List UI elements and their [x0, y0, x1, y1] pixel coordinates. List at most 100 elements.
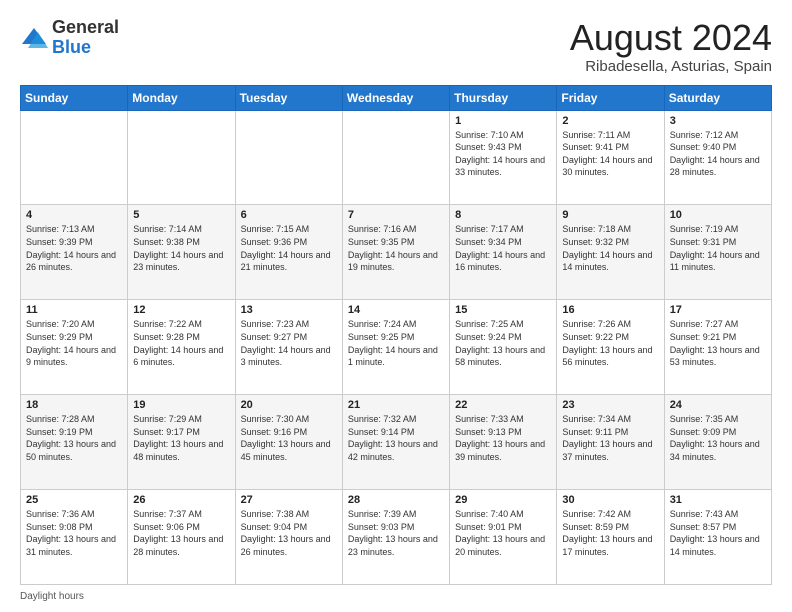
calendar-cell: 3 Sunrise: 7:12 AM Sunset: 9:40 PM Daylig… [664, 110, 771, 205]
day-number: 8 [455, 209, 551, 221]
col-header-saturday: Saturday [664, 85, 771, 110]
day-number: 1 [455, 115, 551, 127]
col-header-wednesday: Wednesday [342, 85, 449, 110]
day-number: 31 [670, 494, 766, 506]
calendar-cell [342, 110, 449, 205]
col-header-monday: Monday [128, 85, 235, 110]
calendar-cell: 11 Sunrise: 7:20 AM Sunset: 9:29 PM Dayli… [21, 300, 128, 395]
day-number: 5 [133, 209, 229, 221]
month-year: August 2024 [570, 18, 772, 58]
col-header-tuesday: Tuesday [235, 85, 342, 110]
calendar-cell: 16 Sunrise: 7:26 AM Sunset: 9:22 PM Dayli… [557, 300, 664, 395]
calendar-cell: 22 Sunrise: 7:33 AM Sunset: 9:13 PM Dayli… [450, 395, 557, 490]
calendar-cell: 21Sunrise: 7:32 AM Sunset: 9:14 PM Dayli… [342, 395, 449, 490]
day-info: Sunrise: 7:28 AM Sunset: 9:19 PM Dayligh… [26, 413, 122, 463]
col-header-thursday: Thursday [450, 85, 557, 110]
day-number: 28 [348, 494, 444, 506]
day-info: Sunrise: 7:22 AM Sunset: 9:28 PM Dayligh… [133, 318, 229, 368]
calendar-cell: 29 Sunrise: 7:40 AM Sunset: 9:01 PM Dayli… [450, 490, 557, 585]
day-info: Sunrise: 7:33 AM Sunset: 9:13 PM Dayligh… [455, 413, 551, 463]
day-info: Sunrise: 7:12 AM Sunset: 9:40 PM Dayligh… [670, 129, 766, 179]
day-info: Sunrise: 7:23 AM Sunset: 9:27 PM Dayligh… [241, 318, 337, 368]
calendar-cell: 8 Sunrise: 7:17 AM Sunset: 9:34 PM Daylig… [450, 205, 557, 300]
calendar-cell: 25 Sunrise: 7:36 AM Sunset: 9:08 PM Dayli… [21, 490, 128, 585]
col-header-sunday: Sunday [21, 85, 128, 110]
day-number: 16 [562, 304, 658, 316]
daylight-label: Daylight hours [20, 591, 84, 602]
day-info: Sunrise: 7:18 AM Sunset: 9:32 PM Dayligh… [562, 223, 658, 273]
day-number: 11 [26, 304, 122, 316]
calendar-cell: 7 Sunrise: 7:16 AM Sunset: 9:35 PM Daylig… [342, 205, 449, 300]
day-info: Sunrise: 7:17 AM Sunset: 9:34 PM Dayligh… [455, 223, 551, 273]
day-number: 29 [455, 494, 551, 506]
day-number: 17 [670, 304, 766, 316]
calendar-cell: 31 Sunrise: 7:43 AM Sunset: 8:57 PM Dayli… [664, 490, 771, 585]
calendar-cell: 23Sunrise: 7:34 AM Sunset: 9:11 PM Dayli… [557, 395, 664, 490]
day-info: Sunrise: 7:35 AM Sunset: 9:09 PM Dayligh… [670, 413, 766, 463]
logo-blue-text: Blue [52, 37, 91, 57]
day-number: 19 [133, 399, 229, 411]
calendar-cell: 1 Sunrise: 7:10 AM Sunset: 9:43 PM Daylig… [450, 110, 557, 205]
calendar-cell: 15 Sunrise: 7:25 AM Sunset: 9:24 PM Dayli… [450, 300, 557, 395]
day-info: Sunrise: 7:16 AM Sunset: 9:35 PM Dayligh… [348, 223, 444, 273]
day-number: 10 [670, 209, 766, 221]
calendar-cell: 30Sunrise: 7:42 AM Sunset: 8:59 PM Dayli… [557, 490, 664, 585]
day-info: Sunrise: 7:34 AM Sunset: 9:11 PM Dayligh… [562, 413, 658, 463]
day-number: 14 [348, 304, 444, 316]
day-number: 7 [348, 209, 444, 221]
header: General Blue August 2024 Ribadesella, As… [20, 18, 772, 75]
calendar-cell: 5 Sunrise: 7:14 AM Sunset: 9:38 PM Daylig… [128, 205, 235, 300]
day-info: Sunrise: 7:19 AM Sunset: 9:31 PM Dayligh… [670, 223, 766, 273]
day-number: 25 [26, 494, 122, 506]
day-info: Sunrise: 7:36 AM Sunset: 9:08 PM Dayligh… [26, 508, 122, 558]
calendar-header-row: SundayMondayTuesdayWednesdayThursdayFrid… [21, 85, 772, 110]
day-info: Sunrise: 7:24 AM Sunset: 9:25 PM Dayligh… [348, 318, 444, 368]
page: General Blue August 2024 Ribadesella, As… [0, 0, 792, 612]
footer: Daylight hours [20, 591, 772, 602]
calendar-week-row: 18 Sunrise: 7:28 AM Sunset: 9:19 PM Dayli… [21, 395, 772, 490]
calendar-cell: 4Sunrise: 7:13 AM Sunset: 9:39 PM Daylig… [21, 205, 128, 300]
day-number: 9 [562, 209, 658, 221]
day-info: Sunrise: 7:43 AM Sunset: 8:57 PM Dayligh… [670, 508, 766, 558]
calendar-week-row: 11 Sunrise: 7:20 AM Sunset: 9:29 PM Dayli… [21, 300, 772, 395]
day-number: 22 [455, 399, 551, 411]
day-number: 27 [241, 494, 337, 506]
calendar-cell [21, 110, 128, 205]
day-info: Sunrise: 7:29 AM Sunset: 9:17 PM Dayligh… [133, 413, 229, 463]
day-number: 15 [455, 304, 551, 316]
day-info: Sunrise: 7:42 AM Sunset: 8:59 PM Dayligh… [562, 508, 658, 558]
day-number: 6 [241, 209, 337, 221]
day-info: Sunrise: 7:40 AM Sunset: 9:01 PM Dayligh… [455, 508, 551, 558]
day-info: Sunrise: 7:14 AM Sunset: 9:38 PM Dayligh… [133, 223, 229, 273]
day-number: 3 [670, 115, 766, 127]
day-info: Sunrise: 7:38 AM Sunset: 9:04 PM Dayligh… [241, 508, 337, 558]
location: Ribadesella, Asturias, Spain [570, 58, 772, 75]
calendar-week-row: 1 Sunrise: 7:10 AM Sunset: 9:43 PM Daylig… [21, 110, 772, 205]
calendar-cell [235, 110, 342, 205]
day-info: Sunrise: 7:10 AM Sunset: 9:43 PM Dayligh… [455, 129, 551, 179]
calendar-cell: 14 Sunrise: 7:24 AM Sunset: 9:25 PM Dayli… [342, 300, 449, 395]
day-info: Sunrise: 7:13 AM Sunset: 9:39 PM Dayligh… [26, 223, 122, 273]
calendar-cell: 17Sunrise: 7:27 AM Sunset: 9:21 PM Dayli… [664, 300, 771, 395]
calendar-cell: 12 Sunrise: 7:22 AM Sunset: 9:28 PM Dayli… [128, 300, 235, 395]
calendar-cell: 24Sunrise: 7:35 AM Sunset: 9:09 PM Dayli… [664, 395, 771, 490]
col-header-friday: Friday [557, 85, 664, 110]
day-number: 21 [348, 399, 444, 411]
day-number: 20 [241, 399, 337, 411]
calendar-cell: 20Sunrise: 7:30 AM Sunset: 9:16 PM Dayli… [235, 395, 342, 490]
calendar-week-row: 25 Sunrise: 7:36 AM Sunset: 9:08 PM Dayli… [21, 490, 772, 585]
calendar-cell: 18 Sunrise: 7:28 AM Sunset: 9:19 PM Dayli… [21, 395, 128, 490]
day-number: 2 [562, 115, 658, 127]
day-info: Sunrise: 7:26 AM Sunset: 9:22 PM Dayligh… [562, 318, 658, 368]
logo-icon [20, 24, 48, 52]
day-number: 12 [133, 304, 229, 316]
logo-general-text: General [52, 17, 119, 37]
calendar-cell: 19 Sunrise: 7:29 AM Sunset: 9:17 PM Dayli… [128, 395, 235, 490]
day-info: Sunrise: 7:25 AM Sunset: 9:24 PM Dayligh… [455, 318, 551, 368]
day-number: 13 [241, 304, 337, 316]
day-number: 26 [133, 494, 229, 506]
day-info: Sunrise: 7:20 AM Sunset: 9:29 PM Dayligh… [26, 318, 122, 368]
calendar-cell: 10 Sunrise: 7:19 AM Sunset: 9:31 PM Dayli… [664, 205, 771, 300]
day-number: 18 [26, 399, 122, 411]
calendar-cell: 9 Sunrise: 7:18 AM Sunset: 9:32 PM Daylig… [557, 205, 664, 300]
